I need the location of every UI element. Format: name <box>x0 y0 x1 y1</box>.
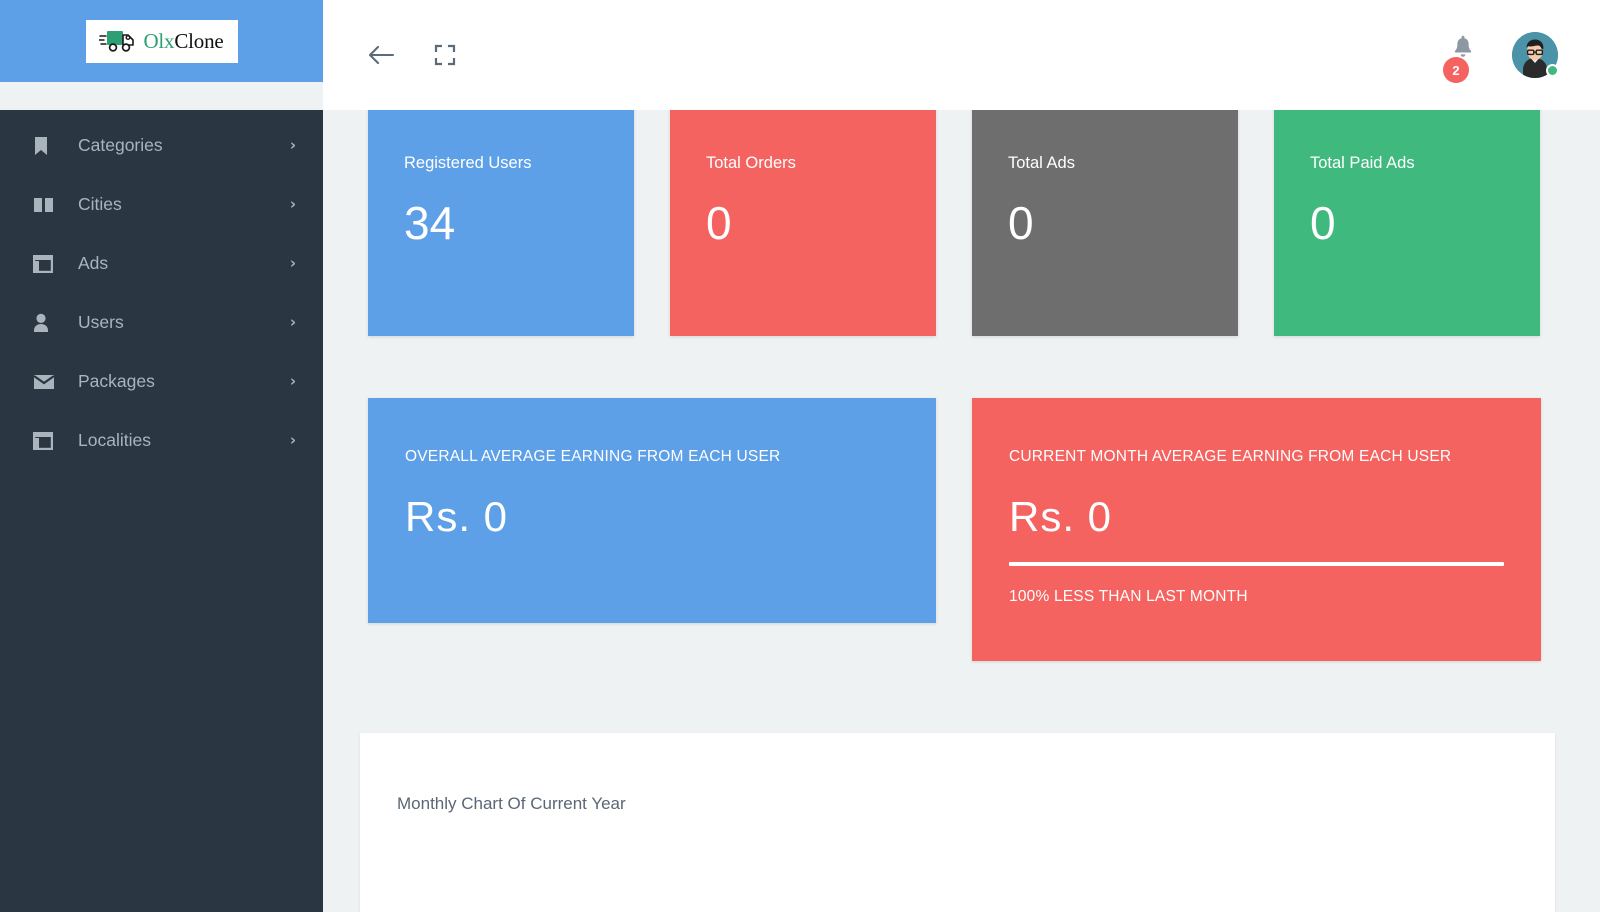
brand-name-secondary: Clone <box>174 28 224 53</box>
fullscreen-expand-icon <box>434 44 456 66</box>
chart-title: Monthly Chart Of Current Year <box>397 794 626 813</box>
user-icon <box>33 313 59 333</box>
current-month-average-earning-card[interactable]: CURRENT MONTH AVERAGE EARNING FROM EACH … <box>972 398 1541 661</box>
layout-columns-icon <box>33 254 59 273</box>
arrow-left-icon <box>368 45 395 65</box>
chevron-right-icon: › <box>289 431 296 449</box>
stat-card-title: Registered Users <box>404 154 532 172</box>
sidebar-item-ads[interactable]: Ads › <box>0 234 323 293</box>
brand-name-primary: Olx <box>143 28 175 53</box>
stat-card-value: 0 <box>706 197 732 249</box>
earning-card-value: Rs. 0 <box>405 493 509 540</box>
back-button[interactable] <box>359 33 403 77</box>
stat-cards-row: Registered Users 34 Total Orders 0 Total… <box>323 110 1600 336</box>
earning-card-subtitle: 100% LESS THAN LAST MONTH <box>1009 588 1248 605</box>
stat-card-registered-users[interactable]: Registered Users 34 <box>368 110 634 336</box>
chevron-right-icon: › <box>289 195 296 213</box>
notifications-button[interactable]: 2 <box>1443 35 1484 83</box>
sidebar-item-localities[interactable]: Localities › <box>0 411 323 470</box>
earning-card-title: CURRENT MONTH AVERAGE EARNING FROM EACH … <box>1009 448 1452 465</box>
stat-card-value: 0 <box>1008 197 1034 249</box>
stat-card-total-ads[interactable]: Total Ads 0 <box>972 110 1238 336</box>
sidebar-item-label: Users <box>78 312 124 332</box>
sidebar-item-label: Categories <box>78 135 163 155</box>
sidebar-item-cities[interactable]: Cities › <box>0 175 323 234</box>
envelope-icon <box>33 374 59 390</box>
brand-name: OlxClone <box>143 29 223 54</box>
earning-card-value: Rs. 0 <box>1009 493 1113 540</box>
stat-card-total-orders[interactable]: Total Orders 0 <box>670 110 936 336</box>
divider-rule <box>1009 562 1504 566</box>
delivery-truck-icon <box>99 31 135 52</box>
chevron-right-icon: › <box>289 136 296 154</box>
sidebar-item-label: Ads <box>78 253 109 273</box>
dashboard-page: OlxClone 2 Categories › Cities › Ads › U… <box>0 0 1600 912</box>
sidebar-item-users[interactable]: Users › <box>0 293 323 352</box>
sidebar-navigation: Dashbord › Categories › <box>0 110 323 912</box>
topbar-left-actions <box>323 33 467 77</box>
bookmark-icon <box>33 136 59 156</box>
notification-count-badge: 2 <box>1443 57 1469 83</box>
stat-card-value: 34 <box>404 197 456 249</box>
earnings-cards-row: OVERALL AVERAGE EARNING FROM EACH USER R… <box>323 398 1600 661</box>
sidebar-item-label: Cities <box>78 194 122 214</box>
online-status-dot <box>1546 64 1559 77</box>
stat-card-title: Total Ads <box>1008 154 1075 172</box>
chevron-right-icon: › <box>289 254 296 272</box>
sidebar-item-label: Packages <box>78 371 155 391</box>
earning-card-title: OVERALL AVERAGE EARNING FROM EACH USER <box>405 448 781 465</box>
sidebar-scroll-area: Dashbord › Categories › <box>0 110 323 470</box>
stat-card-value: 0 <box>1310 197 1336 249</box>
monthly-chart-card: Monthly Chart Of Current Year <box>360 733 1555 912</box>
stat-card-total-paid-ads[interactable]: Total Paid Ads 0 <box>1274 110 1540 336</box>
sidebar-item-label: Localities <box>78 430 151 450</box>
sidebar-item-packages[interactable]: Packages › <box>0 352 323 411</box>
layout-columns-icon <box>33 431 59 450</box>
stat-card-title: Total Orders <box>706 154 796 172</box>
brand-logo-block[interactable]: OlxClone <box>0 0 323 82</box>
user-avatar-button[interactable] <box>1512 32 1559 78</box>
stat-card-title: Total Paid Ads <box>1310 154 1415 172</box>
fullscreen-button[interactable] <box>423 33 467 77</box>
overall-average-earning-card[interactable]: OVERALL AVERAGE EARNING FROM EACH USER R… <box>368 398 936 623</box>
chart-plot-area[interactable] <box>397 814 1555 912</box>
book-open-icon <box>33 196 59 214</box>
chevron-right-icon: › <box>289 372 296 390</box>
top-navigation-bar: 2 <box>323 0 1600 110</box>
chevron-right-icon: › <box>289 313 296 331</box>
sidebar-item-categories[interactable]: Categories › <box>0 116 323 175</box>
topbar-right-actions: 2 <box>1443 32 1600 83</box>
main-content: Registered Users 34 Total Orders 0 Total… <box>323 110 1600 912</box>
logo-box: OlxClone <box>85 19 238 63</box>
